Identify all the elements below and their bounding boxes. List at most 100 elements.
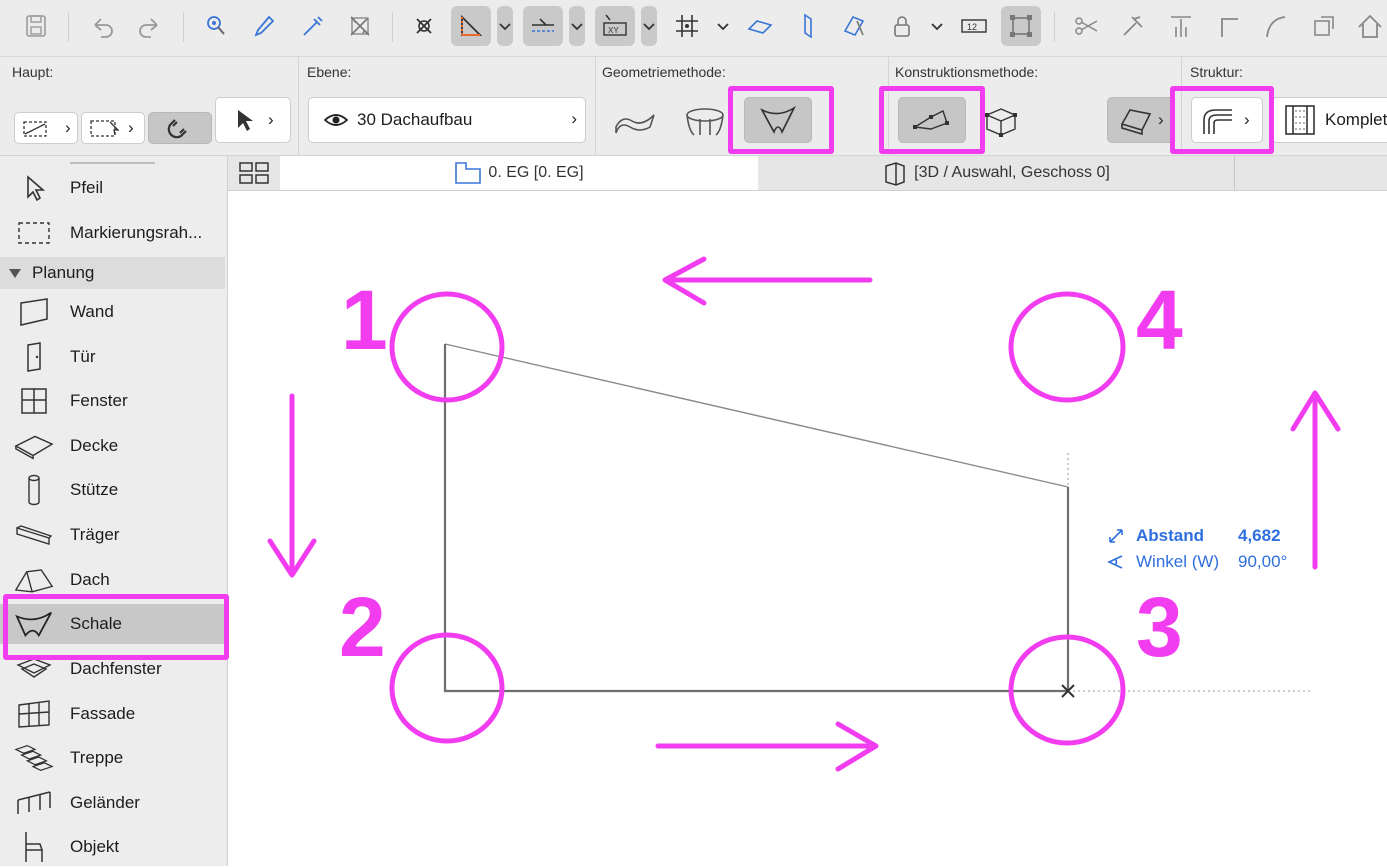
arrow-tool-button[interactable]: ›: [215, 97, 291, 143]
rubber-band-edge: [444, 343, 1069, 488]
measure-icon[interactable]: 12: [954, 6, 994, 46]
layer-dropdown[interactable]: 30 Dachaufbau ›: [308, 97, 586, 143]
tool-label: Decke: [70, 436, 119, 455]
angle-icon: [1107, 555, 1123, 569]
adjust-icon[interactable]: [1113, 6, 1153, 46]
annotation-number-1: 1: [341, 273, 388, 367]
3d-window-icon: [885, 162, 905, 186]
main-toolbar: XY 12: [0, 0, 1387, 57]
panel-ebene: Ebene: 30 Dachaufbau ›: [299, 57, 596, 155]
tool-schale[interactable]: Schale: [0, 604, 225, 644]
tool-decke[interactable]: Decke: [0, 426, 225, 466]
drawing-canvas[interactable]: 1 2 3 4 Abstand 4,682 Winkel (W) 90,00°: [228, 191, 1387, 866]
composite-structure-icon: [1203, 109, 1232, 134]
composite-structure-button[interactable]: ›: [1191, 97, 1263, 143]
toolbox-sidebar: Pfeil Markierungsrah... Planung Wand Tür…: [0, 156, 228, 866]
distance-label: Abstand: [1136, 526, 1204, 545]
edit-plane-icon[interactable]: [740, 6, 780, 46]
gravity-icon[interactable]: [834, 6, 874, 46]
tool-markierungsrahmen[interactable]: Markierungsrah...: [0, 213, 225, 253]
undo-icon[interactable]: [82, 6, 122, 46]
tool-label: Objekt: [70, 837, 120, 856]
tab-floor-plan[interactable]: 0. EG [0. EG]: [280, 156, 758, 190]
tool-dachfenster[interactable]: Dachfenster: [0, 649, 225, 689]
tool-wand[interactable]: Wand: [0, 292, 225, 332]
tool-pfeil[interactable]: Pfeil: [0, 168, 225, 208]
tab-3d-view[interactable]: [3D / Auswahl, Geschoss 0]: [758, 156, 1235, 190]
tool-label: Schale: [70, 614, 122, 633]
layer-value: 30 Dachaufbau: [357, 110, 473, 129]
ebene-label: Ebene:: [307, 64, 352, 80]
info-box: Haupt: › › › Ebene: 30 Dachaufbau › Geom…: [0, 57, 1387, 156]
snap-guides-icon[interactable]: [523, 6, 563, 46]
elevate-icon[interactable]: [1161, 6, 1201, 46]
grid-view-icon[interactable]: [228, 156, 280, 190]
lock-icon[interactable]: [882, 6, 922, 46]
home-icon[interactable]: [1350, 6, 1387, 46]
polyline-method-button[interactable]: [898, 97, 966, 143]
beam-icon: [14, 515, 54, 555]
chevron-down-icon[interactable]: [497, 6, 513, 46]
composite-dropdown[interactable]: Komplet: [1272, 97, 1387, 143]
angle-label: Winkel (W): [1136, 552, 1220, 571]
extruded-shell-icon[interactable]: [610, 101, 660, 141]
tool-label: Wand: [70, 302, 114, 321]
chevron-down-icon[interactable]: [929, 6, 945, 46]
find-select-icon[interactable]: [196, 6, 236, 46]
window-icon: [14, 381, 54, 421]
ruled-shell-button[interactable]: [744, 97, 812, 143]
magnet-icon: [167, 119, 187, 139]
chevron-down-icon[interactable]: [641, 6, 657, 46]
chevron-down-icon[interactable]: [715, 6, 731, 46]
tool-dach[interactable]: Dach: [0, 560, 225, 600]
offset-icon[interactable]: [1256, 6, 1296, 46]
annotation-circle-4: [1008, 291, 1126, 403]
railing-icon: [14, 783, 54, 823]
guide-lines-icon[interactable]: [451, 6, 491, 46]
marquee-select-button[interactable]: ›: [81, 112, 145, 144]
grid-snap-icon[interactable]: [667, 6, 707, 46]
revolved-shell-icon[interactable]: [680, 101, 730, 141]
coordinates-icon[interactable]: XY: [595, 6, 635, 46]
tool-objekt[interactable]: Objekt: [0, 827, 225, 867]
cursor-snap-icon[interactable]: [404, 6, 444, 46]
curtain-wall-icon: [14, 694, 54, 734]
trim-icon[interactable]: [1066, 6, 1106, 46]
tool-label: Markierungsrah...: [70, 223, 203, 242]
box-method-icon[interactable]: [979, 101, 1023, 141]
magnet-button[interactable]: [148, 112, 212, 144]
floor-plan-icon: [455, 162, 482, 184]
tab-floor-plan-label: 0. EG [0. EG]: [488, 164, 584, 181]
chevron-down-icon[interactable]: [569, 6, 585, 46]
suspend-groups-icon[interactable]: [1001, 6, 1041, 46]
tool-treppe[interactable]: Treppe: [0, 738, 225, 778]
annotation-arrow-right: [655, 721, 879, 772]
tool-tuer[interactable]: Tür: [0, 337, 225, 377]
tool-label: Pfeil: [70, 178, 104, 197]
tool-traeger[interactable]: Träger: [0, 515, 225, 555]
resize-handle[interactable]: [70, 162, 155, 164]
tool-fenster[interactable]: Fenster: [0, 381, 225, 421]
inject-icon[interactable]: [292, 6, 332, 46]
section-planung[interactable]: Planung: [0, 257, 225, 289]
magic-wand-icon[interactable]: [340, 6, 380, 46]
annotation-arrow-down: [267, 393, 317, 578]
tool-label: Dach: [70, 570, 110, 589]
ruled-shell-icon: [760, 105, 796, 134]
structure-value: Komplet: [1325, 110, 1387, 129]
redo-icon[interactable]: [130, 6, 170, 46]
pick-up-icon[interactable]: [244, 6, 284, 46]
shell-settings-button[interactable]: ›: [1107, 97, 1175, 143]
tool-gelaender[interactable]: Geländer: [0, 783, 225, 823]
tool-fassade[interactable]: Fassade: [0, 694, 225, 734]
layer-element-button[interactable]: ›: [14, 112, 78, 144]
nudge-icon[interactable]: [788, 6, 828, 46]
annotation-circle-1: [389, 291, 505, 403]
multiply-icon[interactable]: [1304, 6, 1344, 46]
save-icon[interactable]: [16, 6, 56, 46]
shell-settings-icon: [1120, 109, 1152, 136]
tool-stuetze[interactable]: Stütze: [0, 470, 225, 510]
structure-label: Struktur:: [1190, 64, 1243, 80]
svg-text:XY: XY: [608, 26, 619, 35]
fillet-icon[interactable]: [1209, 6, 1249, 46]
